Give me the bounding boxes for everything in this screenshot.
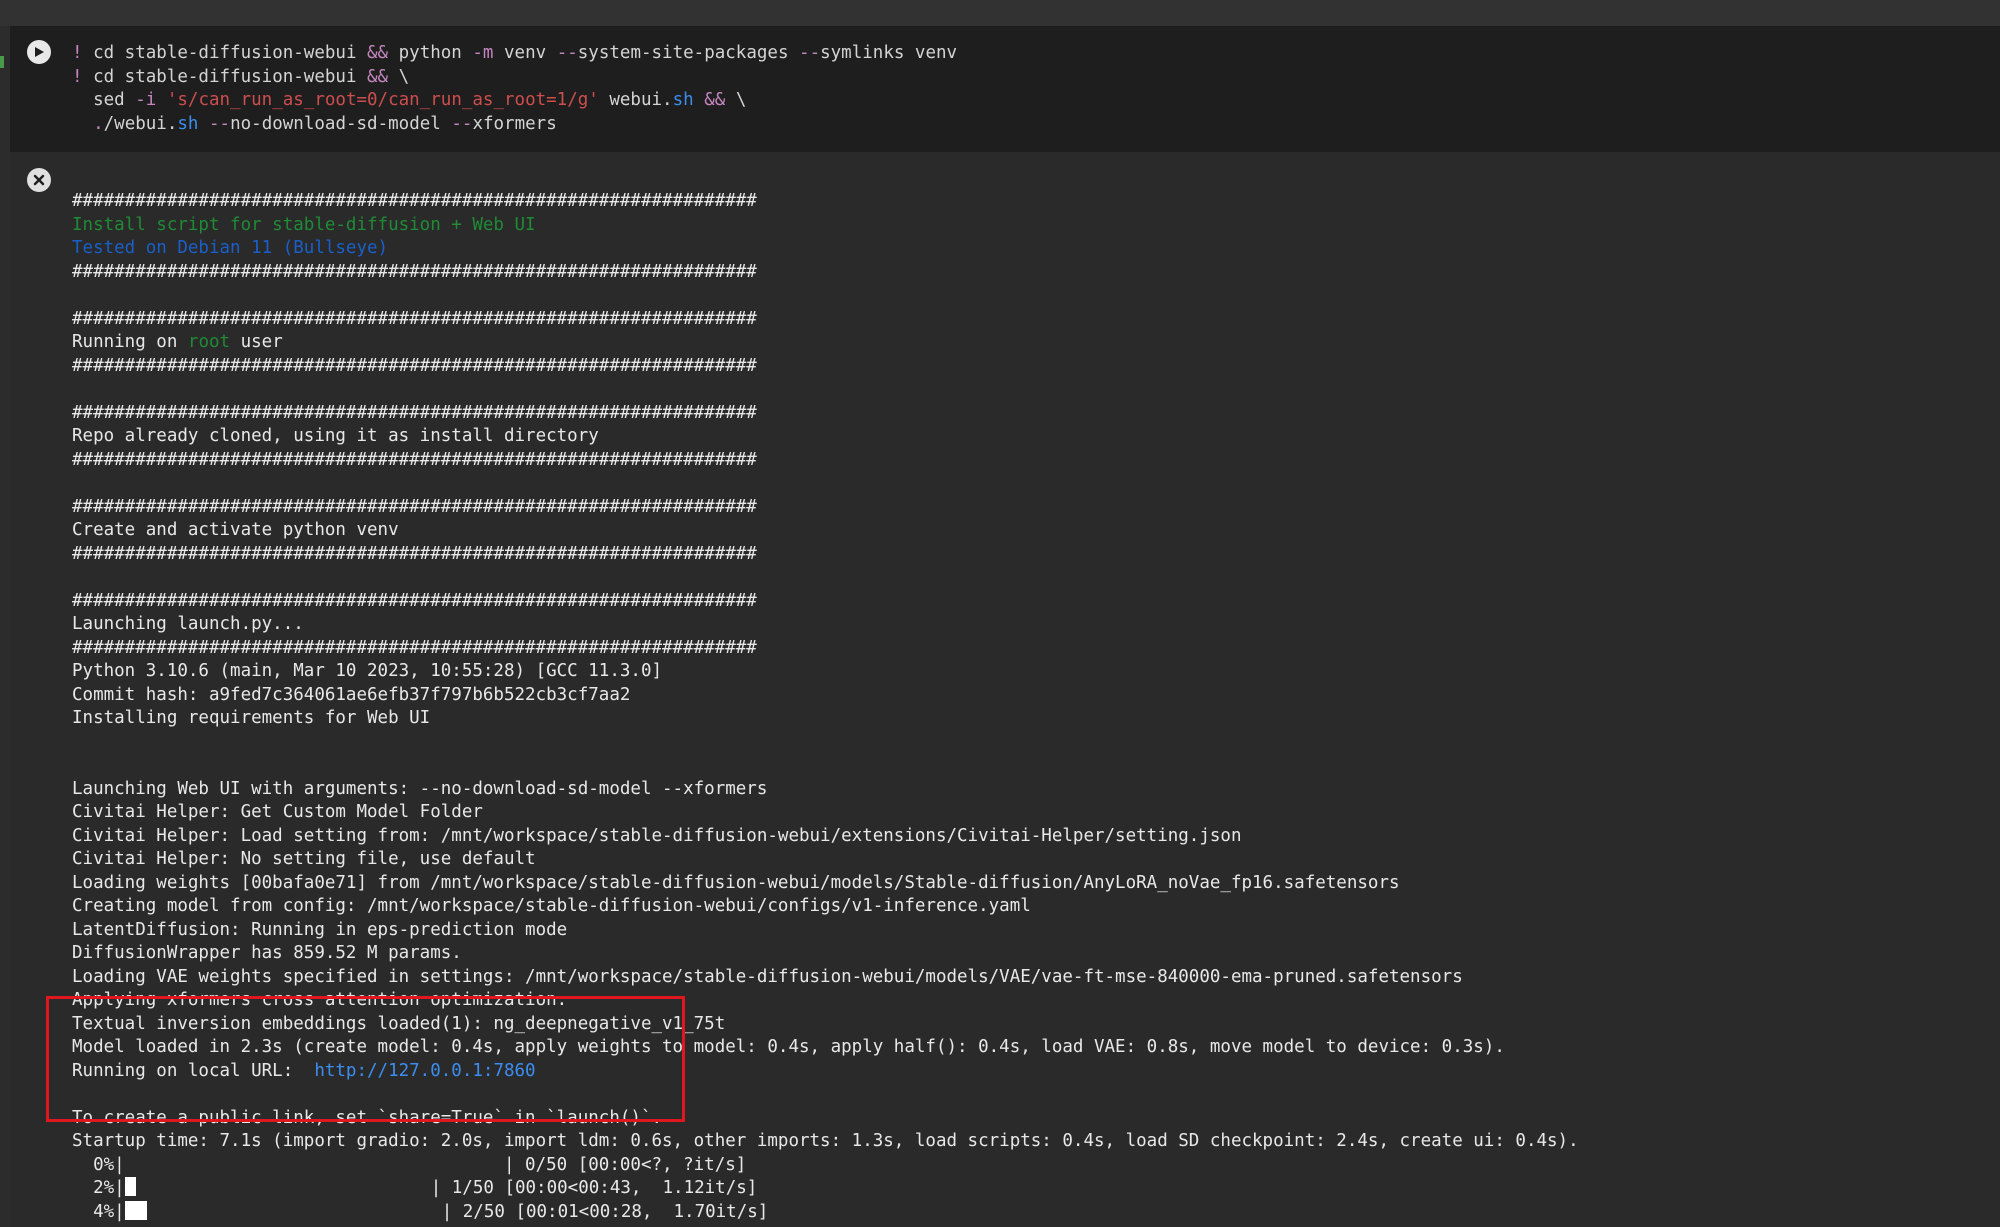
top-toolbar-strip	[0, 0, 2000, 26]
log-model-loaded: Model loaded in 2.3s (create model: 0.4s…	[72, 1037, 1505, 1057]
log-diffusion-wrapper: DiffusionWrapper has 859.52 M params.	[72, 943, 462, 963]
log-commit-hash: Commit hash: a9fed7c364061ae6efb37f797b6…	[72, 684, 631, 705]
code-editor[interactable]: ! cd stable-diffusion-webui && python -m…	[72, 42, 957, 136]
cell-status-marker	[0, 56, 4, 68]
code-line-3: sed -i 's/can_run_as_root=0/can_run_as_r…	[72, 90, 747, 110]
log-running-on-user: Running on root user	[72, 332, 283, 352]
log-separator: ########################################…	[72, 402, 757, 423]
log-create-venv: Create and activate python venv	[72, 520, 399, 540]
log-loading-vae: Loading VAE weights specified in setting…	[72, 966, 1463, 987]
progress-bar-fill	[124, 1177, 136, 1196]
notebook-page: ! cd stable-diffusion-webui && python -m…	[0, 0, 2000, 1227]
log-blank	[72, 378, 1579, 402]
code-line-2: ! cd stable-diffusion-webui && \	[72, 66, 410, 87]
progress-row: 0%| | 0/50 [00:00<?, ?it/s]	[72, 1154, 747, 1175]
log-blank	[72, 472, 1579, 496]
log-creating-model: Creating model from config: /mnt/workspa…	[72, 896, 1031, 916]
log-loading-weights: Loading weights [00bafa0e71] from /mnt/w…	[72, 872, 1400, 893]
log-separator: ########################################…	[72, 637, 757, 658]
log-webui-args: Launching Web UI with arguments: --no-do…	[72, 778, 768, 799]
log-blank	[72, 566, 1579, 590]
log-separator: ########################################…	[72, 308, 757, 329]
log-separator: ########################################…	[72, 590, 757, 611]
log-separator: ########################################…	[72, 543, 757, 564]
run-cell-button[interactable]	[27, 40, 51, 64]
log-blank	[72, 1083, 1579, 1107]
log-public-link: To create a public link, set `share=True…	[72, 1107, 663, 1128]
log-civitai-default: Civitai Helper: No setting file, use def…	[72, 849, 536, 869]
log-separator: ########################################…	[72, 496, 757, 517]
progress-row: 4%| | 2/50 [00:01<00:28, 1.70it/s]	[72, 1200, 769, 1222]
log-separator: ########################################…	[72, 449, 757, 470]
clear-output-button[interactable]	[27, 168, 51, 192]
progress-row: 2%| | 1/50 [00:00<00:43, 1.12it/s]	[72, 1177, 758, 1198]
log-textual-inversion: Textual inversion embeddings loaded(1): …	[72, 1013, 726, 1034]
output-log: ########################################…	[72, 190, 1579, 1224]
log-repo-cloned: Repo already cloned, using it as install…	[72, 426, 599, 446]
code-line-1: ! cd stable-diffusion-webui && python -m…	[72, 43, 958, 63]
log-tested-on: Tested on Debian 11 (Bullseye)	[72, 238, 389, 258]
log-separator: ########################################…	[72, 191, 757, 211]
log-separator: ########################################…	[72, 355, 757, 376]
log-xformers: Applying xformers cross attention optimi…	[72, 990, 568, 1010]
close-circle-icon	[33, 174, 45, 186]
log-blank	[72, 731, 1579, 755]
progress-bar-fill	[124, 1200, 147, 1220]
log-civitai-setting: Civitai Helper: Load setting from: /mnt/…	[72, 825, 1242, 846]
log-install-title: Install script for stable-diffusion + We…	[72, 214, 536, 235]
log-civitai-folder: Civitai Helper: Get Custom Model Folder	[72, 802, 483, 822]
local-url-link[interactable]: http://127.0.0.1:7860	[314, 1061, 535, 1081]
log-python-version: Python 3.10.6 (main, Mar 10 2023, 10:55:…	[72, 661, 663, 681]
log-installing-reqs: Installing requirements for Web UI	[72, 708, 431, 728]
left-gutter	[0, 26, 10, 1227]
play-icon	[35, 47, 44, 57]
log-latent-diffusion: LatentDiffusion: Running in eps-predicti…	[72, 919, 568, 940]
log-local-url: Running on local URL: http://127.0.0.1:7…	[72, 1060, 536, 1081]
log-separator: ########################################…	[72, 261, 757, 282]
log-launching: Launching launch.py...	[72, 614, 304, 634]
code-line-4: ./webui.sh --no-download-sd-model --xfor…	[93, 113, 557, 134]
log-blank	[72, 284, 1579, 308]
log-blank	[72, 754, 1579, 778]
log-startup-time: Startup time: 7.1s (import gradio: 2.0s,…	[72, 1131, 1579, 1151]
